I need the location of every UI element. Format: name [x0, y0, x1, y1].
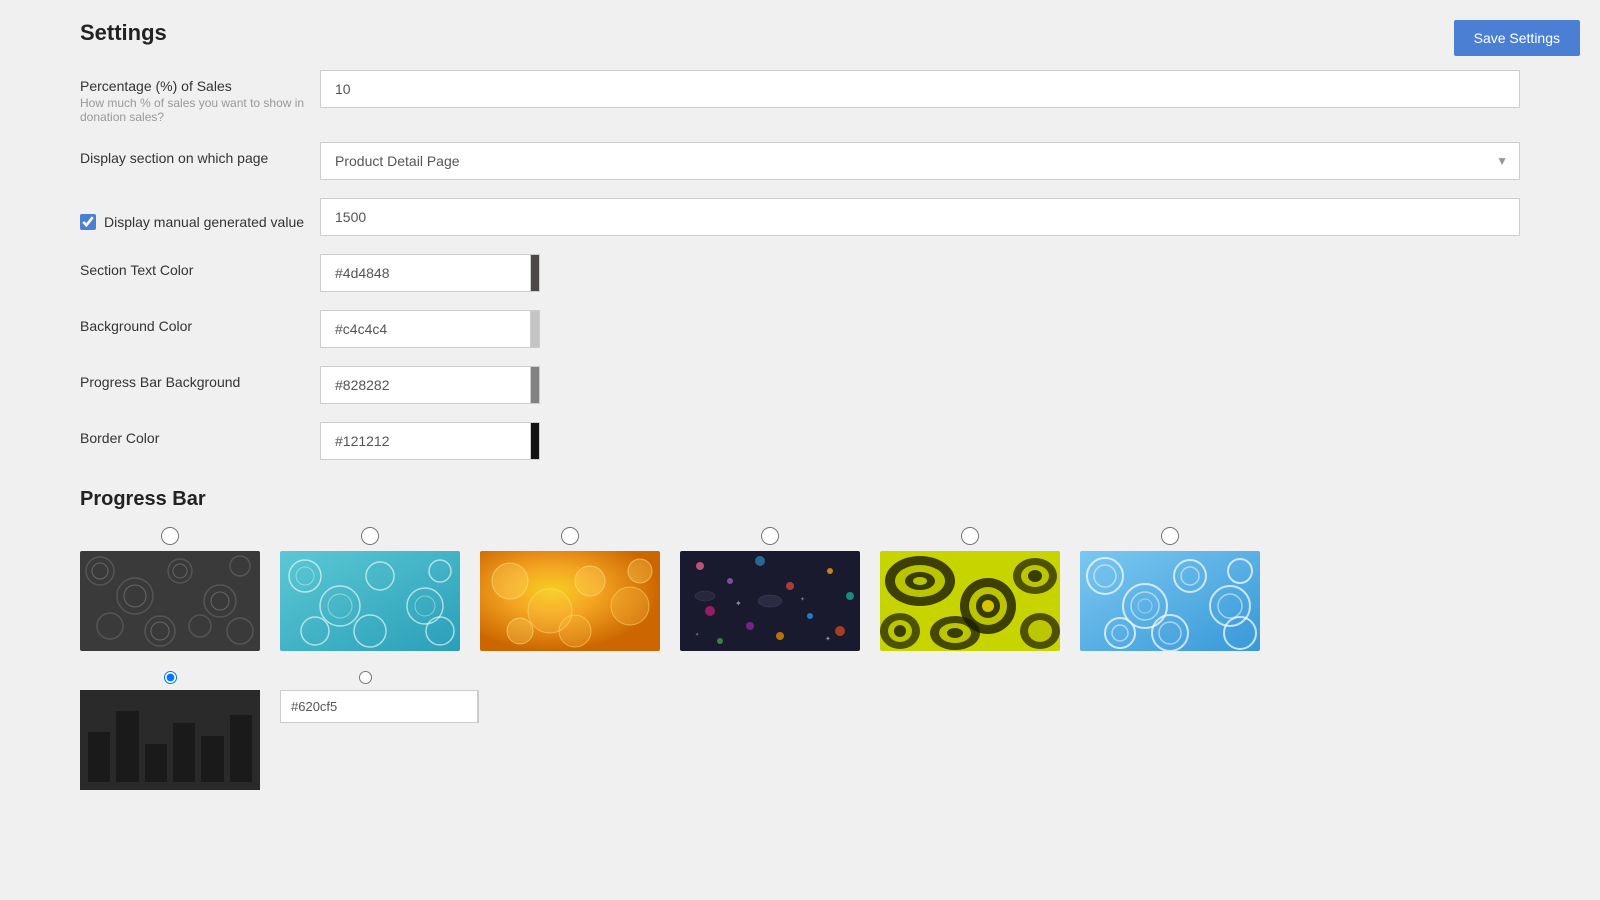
progress-bar-bottom-row: [80, 671, 1520, 790]
background-color-swatch[interactable]: [530, 310, 540, 348]
progress-bar-bg-row: Progress Bar Background: [80, 366, 1520, 404]
pb-option-6: [1080, 527, 1260, 651]
bar-4: [173, 723, 195, 782]
save-settings-button[interactable]: Save Settings: [1454, 20, 1580, 56]
bar-1: [88, 732, 110, 782]
teal-bubbles-icon: [280, 551, 460, 651]
display-section-row: Display section on which page Product De…: [80, 142, 1520, 180]
svg-text:✦: ✦: [735, 599, 742, 608]
manual-value-row: Display manual generated value: [80, 198, 1520, 236]
progress-bar-bg-input[interactable]: [320, 366, 530, 404]
progress-bar-bg-label: Progress Bar Background: [80, 374, 320, 390]
pb-image-6: [1080, 551, 1260, 651]
pb-option-4: ✦ ✦ ✦ ✦: [680, 527, 860, 651]
pb-radio-1[interactable]: [161, 527, 179, 545]
background-color-label: Background Color: [80, 318, 320, 334]
manual-value-checkbox[interactable]: [80, 214, 96, 230]
pb-radio-8[interactable]: [359, 671, 372, 684]
pb-color-input[interactable]: [280, 690, 477, 723]
border-color-input[interactable]: [320, 422, 530, 460]
pb-option-5: [880, 527, 1060, 651]
manual-value-input[interactable]: [320, 198, 1520, 236]
pb-image-5: [880, 551, 1060, 651]
progress-bar-section: ✦ ✦ ✦ ✦: [80, 527, 1520, 790]
border-color-label: Border Color: [80, 430, 320, 446]
background-color-row: Background Color: [80, 310, 1520, 348]
percentage-label: Percentage (%) of Sales: [80, 78, 320, 94]
percentage-sublabel: How much % of sales you want to show in …: [80, 96, 320, 124]
pb-image-2: [280, 551, 460, 651]
manual-value-label[interactable]: Display manual generated value: [80, 206, 320, 230]
dark-bubbles-icon: [80, 551, 260, 651]
bar-5: [201, 736, 223, 782]
gold-bubbles-icon: [480, 551, 660, 651]
percentage-input[interactable]: [320, 70, 1520, 108]
svg-text:✦: ✦: [695, 632, 699, 638]
progress-bar-options-grid: ✦ ✦ ✦ ✦: [80, 527, 1520, 651]
border-color-swatch[interactable]: [530, 422, 540, 460]
progress-bar-title: Progress Bar: [80, 488, 1520, 511]
pb-option-7: [80, 671, 260, 790]
section-text-color-row: Section Text Color: [80, 254, 1520, 292]
pb-image-7: [80, 690, 260, 790]
display-section-label: Display section on which page: [80, 150, 320, 166]
bar-2: [116, 711, 138, 782]
display-section-select[interactable]: Product Detail Page Cart Page Checkout P…: [320, 142, 1520, 180]
pb-option-2: [280, 527, 460, 651]
pb-radio-6[interactable]: [1161, 527, 1179, 545]
bar-6: [230, 715, 252, 782]
section-text-color-swatch[interactable]: [530, 254, 540, 292]
section-text-color-input[interactable]: [320, 254, 530, 292]
progress-bar-bg-swatch[interactable]: [530, 366, 540, 404]
pb-image-3: [480, 551, 660, 651]
svg-text:✦: ✦: [825, 635, 831, 643]
section-text-color-label: Section Text Color: [80, 262, 320, 278]
pb-radio-3[interactable]: [561, 527, 579, 545]
bar-3: [145, 744, 167, 782]
pb-radio-5[interactable]: [961, 527, 979, 545]
pb-color-swatch[interactable]: [477, 690, 479, 723]
page-title: Settings: [80, 20, 1520, 46]
pb-image-1: [80, 551, 260, 651]
pb-option-8: [280, 671, 450, 723]
percentage-row: Percentage (%) of Sales How much % of sa…: [80, 70, 1520, 124]
pb-radio-7[interactable]: [164, 671, 177, 684]
dark-floral-icon: ✦ ✦ ✦ ✦: [680, 551, 860, 651]
page-container: Save Settings Settings Percentage (%) of…: [0, 0, 1600, 900]
pb-radio-2[interactable]: [361, 527, 379, 545]
pb-option-3: [480, 527, 660, 651]
pb-color-picker: [280, 690, 450, 723]
svg-text:✦: ✦: [800, 596, 805, 603]
pb-option-1: [80, 527, 260, 651]
border-color-row: Border Color: [80, 422, 1520, 460]
pb-radio-4[interactable]: [761, 527, 779, 545]
background-color-input[interactable]: [320, 310, 530, 348]
yellow-swirl-icon: [880, 551, 1060, 651]
pb-image-4: ✦ ✦ ✦ ✦: [680, 551, 860, 651]
blue-bubbles-icon: [1080, 551, 1260, 651]
